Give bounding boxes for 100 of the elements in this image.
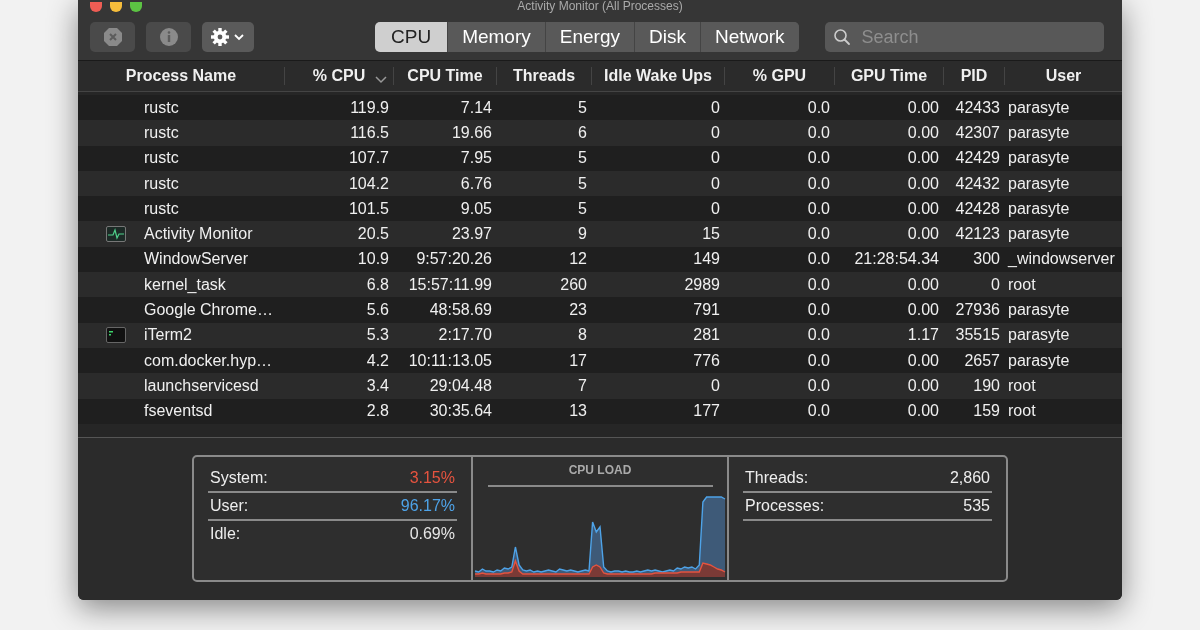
stat-label: System: <box>210 469 268 487</box>
minimize-light[interactable] <box>110 2 122 12</box>
table-cell: 7.95 <box>460 149 492 167</box>
table-cell: 0 <box>711 174 720 192</box>
table-cell: 107.7 <box>348 149 389 167</box>
column-header[interactable]: GPU Time <box>834 67 943 85</box>
table-cell: 27936 <box>955 301 1000 318</box>
column-header[interactable]: Threads <box>496 67 591 85</box>
table-cell: 104.2 <box>348 174 389 192</box>
table-cell: 0.00 <box>907 275 939 293</box>
table-cell: 6.8 <box>366 275 389 293</box>
table-cell: parasyte <box>1008 225 1070 243</box>
table-cell: 9:57:20.26 <box>416 250 492 268</box>
table-cell: root <box>1008 275 1036 293</box>
table-cell: 19.66 <box>451 123 492 141</box>
stat-value: 2,860 <box>949 469 990 487</box>
table-cell: iTerm2 <box>144 326 192 345</box>
column-header[interactable]: Process Name <box>78 67 284 85</box>
table-cell: 42123 <box>955 225 1000 243</box>
table-cell: 0.0 <box>807 149 830 167</box>
table-cell: 281 <box>693 326 720 344</box>
table-cell: 13 <box>569 402 587 420</box>
stat-label: Threads: <box>745 469 809 487</box>
table-cell: 0 <box>711 123 720 141</box>
table-cell: 5.6 <box>366 301 389 318</box>
table-cell: 2657 <box>964 351 1000 369</box>
table-cell: 0 <box>711 149 720 167</box>
table-cell: 42429 <box>955 149 1000 167</box>
column-header[interactable]: User <box>1004 67 1122 85</box>
table-cell: launchservicesd <box>144 376 259 395</box>
table-cell: 5 <box>578 98 587 116</box>
table-cell: 35515 <box>955 326 1000 344</box>
table-cell: 0.0 <box>807 326 830 344</box>
table-cell: 21:28:54.34 <box>854 250 939 268</box>
tab[interactable]: CPU <box>375 22 448 52</box>
table-cell: 0.00 <box>907 301 939 318</box>
table-cell: parasyte <box>1008 174 1070 192</box>
column-header[interactable]: PID <box>943 67 1004 85</box>
table-cell: 0.00 <box>907 351 939 369</box>
table-cell: kernel_task <box>144 275 226 294</box>
table-cell: 190 <box>973 376 1000 394</box>
table-cell: parasyte <box>1008 351 1070 369</box>
tab[interactable]: Network <box>699 22 799 52</box>
table-cell: 791 <box>693 301 720 318</box>
table-cell: 6 <box>578 123 587 141</box>
column-header[interactable]: % CPU <box>284 67 393 85</box>
table-cell: 7 <box>578 376 587 394</box>
table-cell: 0 <box>711 98 720 116</box>
close-light[interactable] <box>90 2 102 12</box>
table-cell: 0.0 <box>807 376 830 394</box>
table-cell: 10:11:13.05 <box>408 351 492 369</box>
tab[interactable]: Memory <box>447 22 545 52</box>
table-cell: 42432 <box>955 174 1000 192</box>
stat-value: 0.69% <box>409 525 455 543</box>
stat-label: User: <box>210 497 249 515</box>
stat-label: Idle: <box>210 525 241 543</box>
sort-chevron-icon <box>375 76 387 84</box>
table-cell: 5 <box>578 174 587 192</box>
table-cell: 5.3 <box>366 326 389 344</box>
table-cell: 260 <box>560 275 587 293</box>
table-cell: 5 <box>578 149 587 167</box>
table-cell: 0.0 <box>807 301 830 318</box>
column-header[interactable]: % GPU <box>724 67 834 85</box>
table-cell: 29:04.48 <box>429 376 492 394</box>
table-cell: 149 <box>693 250 720 268</box>
gear-button[interactable] <box>202 22 254 52</box>
tab[interactable]: Energy <box>544 22 634 52</box>
table-cell: Google Chrome… <box>144 301 273 319</box>
column-header[interactable]: Idle Wake Ups <box>591 67 724 85</box>
table-cell: 0.0 <box>807 225 830 243</box>
table-cell: 0.00 <box>907 98 939 116</box>
table-cell: 30:35.64 <box>429 402 492 420</box>
stat-value: 535 <box>963 497 990 515</box>
table-cell: 17 <box>569 351 587 369</box>
table-cell: 101.5 <box>348 199 389 217</box>
table-cell: 776 <box>693 351 720 369</box>
table-cell: 116.5 <box>350 123 389 141</box>
gear-icon <box>210 27 246 47</box>
table-cell: 7.14 <box>460 98 492 116</box>
stat-value: 3.15% <box>409 469 455 487</box>
table-cell: 0.0 <box>807 275 830 293</box>
table-cell: parasyte <box>1008 301 1070 318</box>
table-cell: rustc <box>144 98 179 117</box>
stat-value: 96.17% <box>400 497 455 515</box>
table-cell: root <box>1008 402 1036 420</box>
table-cell: 23 <box>569 301 587 318</box>
table-cell: root <box>1008 376 1036 394</box>
table-cell: 5 <box>578 199 587 217</box>
column-header[interactable]: CPU Time <box>393 67 496 85</box>
table-cell: rustc <box>144 149 179 168</box>
zoom-light[interactable] <box>130 2 142 12</box>
table-cell: 2989 <box>684 275 720 293</box>
table-cell: 2:17.70 <box>438 326 492 344</box>
table-cell: 159 <box>973 402 1000 420</box>
table-cell: 300 <box>973 250 1000 268</box>
table-cell: 9 <box>578 225 587 243</box>
table-cell: 15:57:11.99 <box>408 275 492 293</box>
tab[interactable]: Disk <box>633 22 700 52</box>
table-cell: rustc <box>144 199 179 218</box>
table-cell: 3.4 <box>366 376 389 394</box>
